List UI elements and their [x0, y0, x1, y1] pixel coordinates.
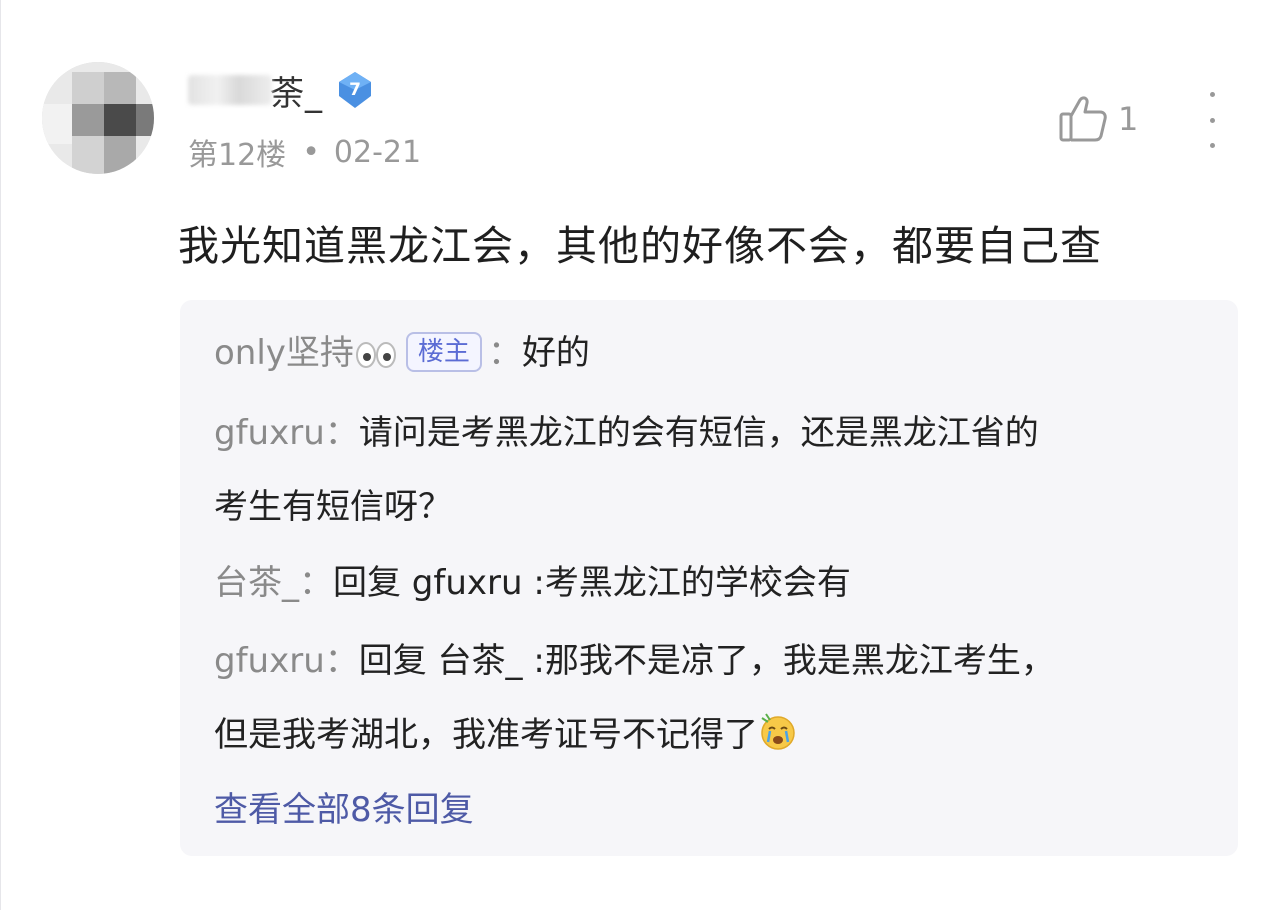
view-all-replies-link[interactable]: 查看全部8条回复: [214, 786, 474, 834]
reply-item[interactable]: gfuxru：回复 台茶_ :那我不是凉了，我是黑龙江考生， 但是我考湖北，我准…: [214, 624, 1055, 772]
reply-item[interactable]: gfuxru：请问是考黑龙江的会有短信，还是黑龙江省的 考生有短信呀？: [214, 396, 1039, 544]
avatar-pixel: [136, 104, 154, 136]
eyes-emoji-icon: [354, 341, 398, 369]
avatar-pixel: [104, 104, 136, 136]
reply-box: only坚持 楼主 ：好的 gfuxru：请问是考黑龙江的会有短信，还是黑龙江省的…: [180, 300, 1238, 856]
reply-user[interactable]: only坚持: [214, 333, 354, 373]
owner-tag: 楼主: [405, 332, 482, 372]
username-blurred: [188, 75, 272, 105]
reply-separator: ：: [324, 641, 359, 681]
crying-emoji-icon: [758, 712, 798, 752]
avatar-pixel: [72, 136, 104, 174]
reply-separator: ：: [299, 563, 333, 603]
avatar-pixel: [42, 104, 72, 144]
reply-text-line: 考生有短信呀？: [214, 487, 452, 527]
like-button[interactable]: 1: [1056, 92, 1138, 146]
floor-label: 第12楼: [188, 138, 287, 173]
reply-user[interactable]: gfuxru: [214, 413, 325, 453]
reply-text: 回复 gfuxru :考黑龙江的学校会有: [333, 563, 851, 603]
reply-user[interactable]: 台茶_: [214, 563, 299, 603]
comment-meta: 第12楼 • 02-21: [188, 130, 421, 174]
avatar[interactable]: [42, 62, 154, 174]
reply-text: 好的: [521, 333, 590, 373]
comment-text: 我光知道黑龙江会，其他的好像不会，都要自己查: [178, 222, 1102, 270]
avatar-pixel: [72, 72, 104, 104]
more-vert-icon-dot: [1209, 92, 1215, 97]
reply-user[interactable]: gfuxru: [214, 641, 325, 681]
level-number: 7: [349, 80, 361, 100]
more-button[interactable]: [1200, 92, 1224, 148]
more-vert-icon-dot: [1209, 143, 1215, 148]
username[interactable]: 荼_ 7: [188, 70, 375, 114]
reply-item[interactable]: 台茶_：回复 gfuxru :考黑龙江的学校会有: [214, 546, 851, 620]
reply-text-line: 回复 台茶_ :那我不是凉了，我是黑龙江考生，: [358, 641, 1055, 681]
reply-separator: ：: [324, 413, 359, 453]
comment-date: 02-21: [333, 134, 422, 170]
like-count: 1: [1118, 100, 1139, 138]
meta-separator: •: [302, 134, 320, 170]
avatar-pixel: [72, 104, 104, 136]
reply-text-line: 请问是考黑龙江的会有短信，还是黑龙江省的: [358, 413, 1039, 453]
reply-separator: ：: [487, 333, 522, 373]
left-edge-line: [0, 0, 1, 910]
reply-text-line: 但是我考湖北，我准考证号不记得了: [214, 715, 758, 755]
more-vert-icon-dot: [1209, 117, 1215, 123]
level-badge-icon: 7: [335, 70, 375, 110]
username-text: 荼_: [270, 73, 323, 114]
reply-item[interactable]: only坚持 楼主 ：好的: [214, 316, 590, 390]
avatar-pixel: [104, 72, 136, 104]
avatar-pixel: [104, 136, 136, 174]
thumbs-up-icon: [1059, 96, 1107, 142]
